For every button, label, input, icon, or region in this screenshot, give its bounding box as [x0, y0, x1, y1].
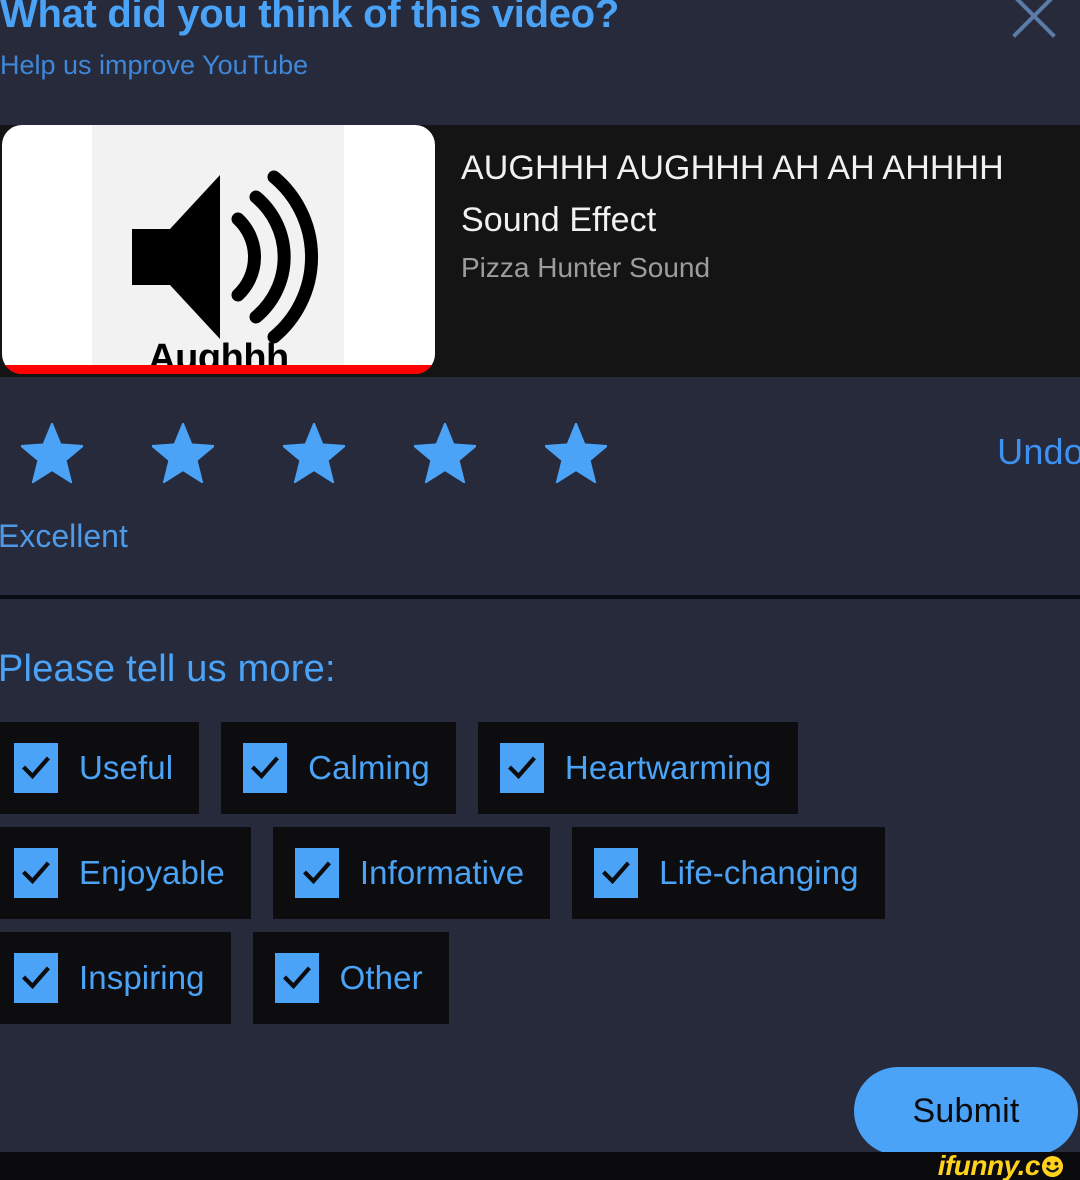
ifunny-watermark: ifunny.c	[938, 1150, 1064, 1180]
footer-bar	[0, 1152, 1080, 1180]
feedback-option-enjoyable[interactable]: Enjoyable	[0, 827, 251, 919]
video-title: AUGHHH AUGHHH AH AH AHHHH Sound Effect	[461, 149, 1004, 239]
submit-button-label: Submit	[912, 1091, 1020, 1130]
checkmark-icon[interactable]	[594, 848, 639, 898]
video-channel-name: Pizza Hunter Sound	[461, 252, 711, 284]
feedback-option-label: Informative	[359, 854, 525, 891]
feedback-option-label: Other	[339, 959, 423, 996]
feedback-option-heartwarming[interactable]: Heartwarming	[477, 722, 798, 814]
video-progress-bar[interactable]	[2, 365, 435, 374]
speaker-icon	[122, 157, 322, 357]
feedback-option-row: Inspiring Other	[0, 932, 1080, 1024]
feedback-option-useful[interactable]: Useful	[0, 722, 200, 814]
watermark-text: ifunny.c	[937, 1150, 1041, 1180]
star-rating-icon-2[interactable]	[117, 422, 248, 484]
section-divider	[0, 595, 1080, 599]
feedback-options-grid: Useful Calming Heartwarming Enjoyable Inform…	[0, 722, 1080, 1037]
feedback-option-label: Heartwarming	[564, 749, 772, 786]
page-subtitle: Help us improve YouTube	[0, 50, 309, 80]
checkmark-icon[interactable]	[294, 848, 339, 898]
checkmark-icon[interactable]	[274, 953, 319, 1003]
checkmark-icon[interactable]	[14, 953, 58, 1003]
feedback-option-row: Enjoyable Informative Life-changing	[0, 827, 1080, 919]
checkmark-icon[interactable]	[14, 743, 58, 793]
star-rating-icon-5[interactable]	[510, 422, 641, 484]
submit-button[interactable]: Submit	[854, 1067, 1078, 1155]
feedback-option-life-changing[interactable]: Life-changing	[572, 827, 885, 919]
checkmark-icon[interactable]	[243, 743, 288, 793]
video-progress-fill	[2, 365, 435, 374]
rating-label: Excellent	[0, 518, 128, 554]
tell-us-more-heading: Please tell us more:	[0, 648, 336, 690]
feedback-option-calming[interactable]: Calming	[221, 722, 456, 814]
feedback-option-label: Useful	[79, 749, 174, 786]
smiley-face-icon	[1041, 1155, 1064, 1178]
feedback-option-label: Life-changing	[659, 854, 859, 891]
video-card[interactable]: Aughhh AUGHHH AUGHHH AH AH AHHHH Sound E…	[0, 125, 1080, 377]
feedback-option-other[interactable]: Other	[252, 932, 449, 1024]
feedback-option-row: Useful Calming Heartwarming	[0, 722, 1080, 814]
feedback-option-informative[interactable]: Informative	[272, 827, 551, 919]
checkmark-icon[interactable]	[14, 848, 58, 898]
page-title: What did you think of this video?	[0, 0, 619, 36]
feedback-option-label: Calming	[308, 749, 430, 786]
star-rating-icon-3[interactable]	[248, 422, 379, 484]
video-meta: AUGHHH AUGHHH AH AH AHHHH Sound Effect P…	[435, 125, 1080, 284]
star-rating-icon-1[interactable]	[0, 422, 117, 484]
feedback-option-label: Inspiring	[79, 959, 205, 996]
survey-header: What did you think of this video? Help u…	[0, 0, 1080, 112]
undo-button[interactable]: Undo	[997, 431, 1080, 473]
video-thumbnail[interactable]: Aughhh	[2, 125, 435, 374]
rating-section: Undo	[0, 400, 1080, 597]
checkmark-icon[interactable]	[499, 743, 544, 793]
close-icon[interactable]	[1006, 0, 1062, 44]
feedback-option-label: Enjoyable	[79, 854, 225, 891]
feedback-option-inspiring[interactable]: Inspiring	[0, 932, 231, 1024]
star-rating[interactable]	[0, 422, 641, 484]
star-rating-icon-4[interactable]	[379, 422, 510, 484]
